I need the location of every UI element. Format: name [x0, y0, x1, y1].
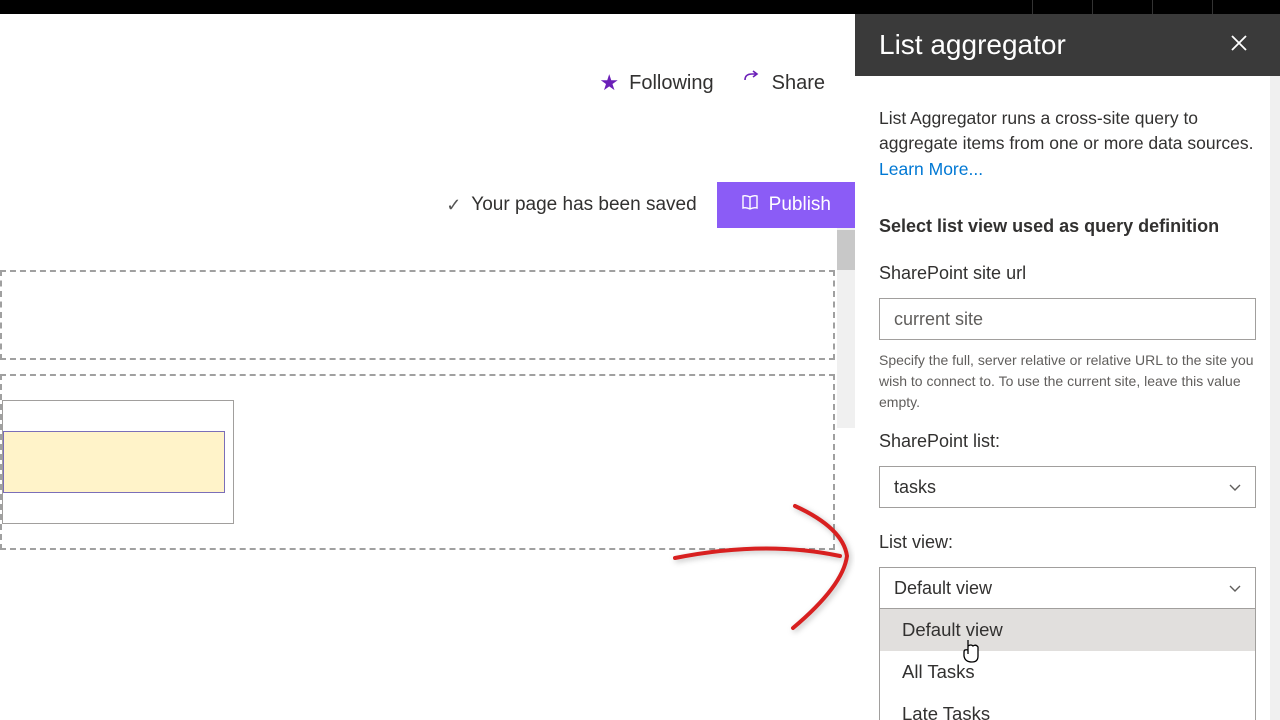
titlebar-icon — [1212, 0, 1270, 14]
site-url-input[interactable] — [879, 298, 1256, 340]
share-icon — [742, 70, 762, 96]
publish-button[interactable]: Publish — [717, 182, 855, 228]
page-actions: ★ Following Share — [599, 70, 825, 96]
webpart-selected[interactable] — [3, 431, 225, 493]
list-dropdown-value: tasks — [894, 477, 936, 498]
following-button[interactable]: ★ Following — [599, 70, 713, 96]
chevron-down-icon — [1229, 580, 1241, 596]
chevron-down-icon — [1229, 479, 1241, 495]
titlebar-icon — [1032, 0, 1090, 14]
close-button[interactable] — [1222, 24, 1256, 66]
learn-more-link[interactable]: Learn More... — [879, 159, 983, 179]
following-label: Following — [629, 72, 713, 95]
property-panel: List aggregator List Aggregator runs a c… — [855, 14, 1280, 720]
panel-description: List Aggregator runs a cross-site query … — [879, 106, 1256, 182]
view-dropdown-value: Default view — [894, 578, 992, 599]
view-dropdown[interactable]: Default view — [879, 567, 1256, 609]
scrollbar-thumb[interactable] — [837, 230, 855, 270]
panel-title: List aggregator — [879, 29, 1066, 61]
site-url-helper: Specify the full, server relative or rel… — [879, 350, 1256, 413]
share-button[interactable]: Share — [742, 70, 825, 96]
saved-status: ✓ Your page has been saved — [446, 182, 716, 228]
list-dropdown[interactable]: tasks — [879, 466, 1256, 508]
window-titlebar — [0, 0, 1280, 14]
titlebar-icon — [1092, 0, 1150, 14]
publish-label: Publish — [769, 194, 831, 216]
view-dropdown-list: Default view All Tasks Late Tasks Upcomi… — [879, 609, 1256, 720]
webpart-container[interactable] — [2, 400, 234, 524]
saved-message-text: Your page has been saved — [471, 194, 696, 216]
list-label: SharePoint list: — [879, 431, 1256, 452]
canvas-scrollbar[interactable] — [837, 228, 855, 428]
publish-bar: ✓ Your page has been saved Publish — [0, 182, 855, 228]
panel-body: List Aggregator runs a cross-site query … — [855, 76, 1280, 720]
view-option-default[interactable]: Default view — [880, 609, 1255, 651]
section-heading: Select list view used as query definitio… — [879, 216, 1256, 237]
view-label: List view: — [879, 532, 1256, 553]
view-option-all-tasks[interactable]: All Tasks — [880, 651, 1255, 693]
view-option-late-tasks[interactable]: Late Tasks — [880, 693, 1255, 720]
description-text: List Aggregator runs a cross-site query … — [879, 108, 1254, 153]
book-icon — [741, 193, 759, 217]
page-canvas[interactable] — [0, 270, 835, 720]
star-icon: ★ — [599, 70, 619, 96]
canvas-section[interactable] — [0, 374, 835, 550]
panel-header: List aggregator — [855, 14, 1280, 76]
panel-scrollbar[interactable] — [1270, 76, 1280, 720]
titlebar-icon — [1152, 0, 1210, 14]
canvas-section[interactable] — [0, 270, 835, 360]
share-label: Share — [772, 72, 825, 95]
site-url-label: SharePoint site url — [879, 263, 1256, 284]
close-icon — [1230, 34, 1248, 52]
check-icon: ✓ — [446, 195, 461, 216]
page-canvas-area: ★ Following Share ✓ Your page has been s… — [0, 14, 855, 720]
